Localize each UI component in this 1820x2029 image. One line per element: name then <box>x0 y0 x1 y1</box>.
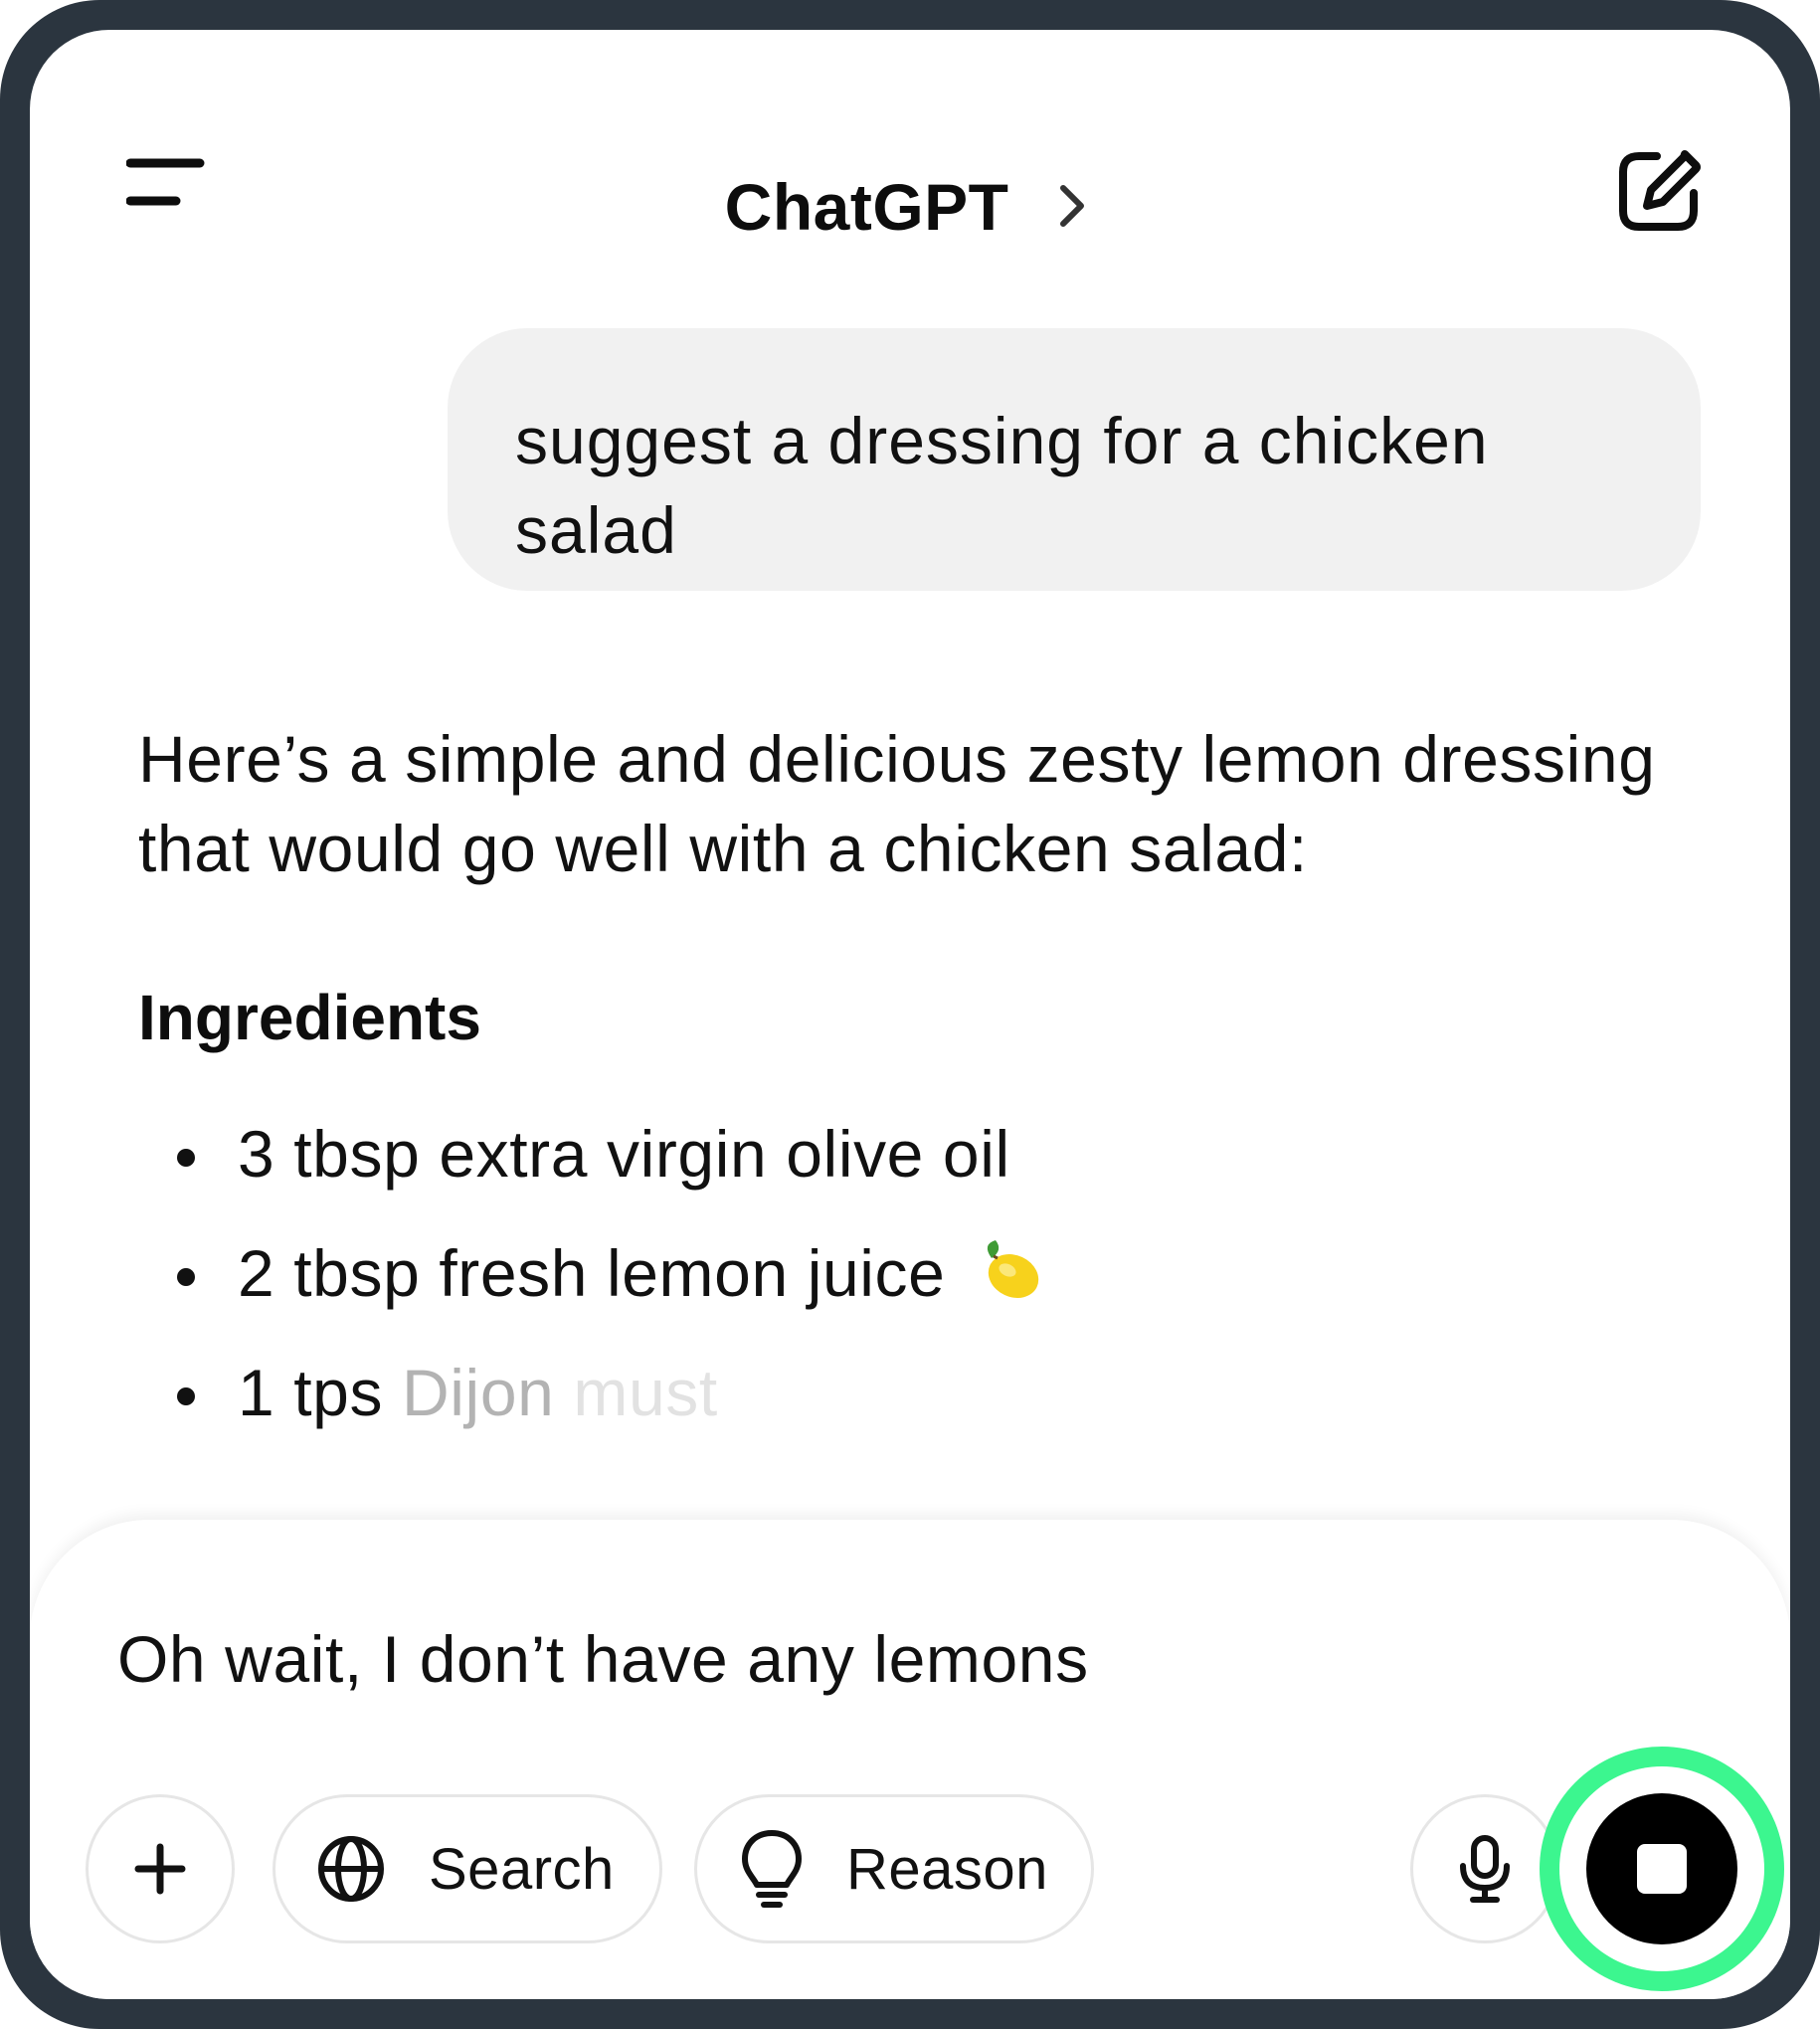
ingredient-text-fading: Dijon <box>383 1356 574 1429</box>
assistant-text-line: that would go well with a chicken salad: <box>138 812 1308 885</box>
list-item: 3 tbsp extra virgin olive oil <box>138 1104 1043 1223</box>
new-chat-icon[interactable] <box>1611 144 1706 239</box>
lemon-icon <box>988 1240 1039 1298</box>
plus-icon <box>134 1843 186 1895</box>
globe-icon <box>318 1836 384 1902</box>
ingredient-text: 3 tbsp extra virgin olive oil <box>238 1117 1010 1191</box>
model-selector[interactable]: ChatGPT <box>30 169 1790 245</box>
device-frame: ChatGPT suggest a dressing for a chicken… <box>0 0 1820 2029</box>
message-input[interactable]: Oh wait, I don’t have any lemons <box>117 1621 1089 1697</box>
assistant-text-line: Here’s a simple and delicious zesty lemo… <box>138 722 1656 796</box>
reason-button-label: Reason <box>846 1836 1048 1902</box>
lightbulb-icon <box>742 1830 802 1908</box>
list-item: 1 tps Dijon must <box>138 1343 1043 1462</box>
stop-generating-button[interactable] <box>1586 1793 1737 1944</box>
ingredients-heading: Ingredients <box>138 982 481 1053</box>
search-button[interactable]: Search <box>273 1794 662 1943</box>
microphone-icon <box>1460 1835 1510 1903</box>
add-attachment-button[interactable] <box>86 1794 235 1943</box>
chevron-right-icon <box>1060 185 1085 227</box>
user-message-bubble: suggest a dressing for a chicken salad <box>448 328 1701 591</box>
list-item: 2 tbsp fresh lemon juice <box>138 1223 1043 1343</box>
reason-button[interactable]: Reason <box>694 1794 1094 1943</box>
ingredient-text: 1 tps <box>238 1356 384 1429</box>
stop-icon <box>1637 1844 1687 1894</box>
ingredient-text: 2 tbsp fresh lemon juice <box>238 1236 946 1310</box>
user-message-line: suggest a dressing for a chicken <box>515 404 1489 477</box>
ingredients-list: 3 tbsp extra virgin olive oil 2 tbsp fre… <box>138 1104 1043 1462</box>
voice-input-button[interactable] <box>1410 1794 1559 1943</box>
ingredient-text-faded: must <box>573 1356 718 1429</box>
page-title: ChatGPT <box>724 170 1009 244</box>
user-message-line: salad <box>515 493 677 567</box>
search-button-label: Search <box>429 1836 615 1902</box>
assistant-message: Here’s a simple and delicious zesty lemo… <box>138 714 1749 893</box>
app-screen: ChatGPT suggest a dressing for a chicken… <box>30 30 1790 1999</box>
